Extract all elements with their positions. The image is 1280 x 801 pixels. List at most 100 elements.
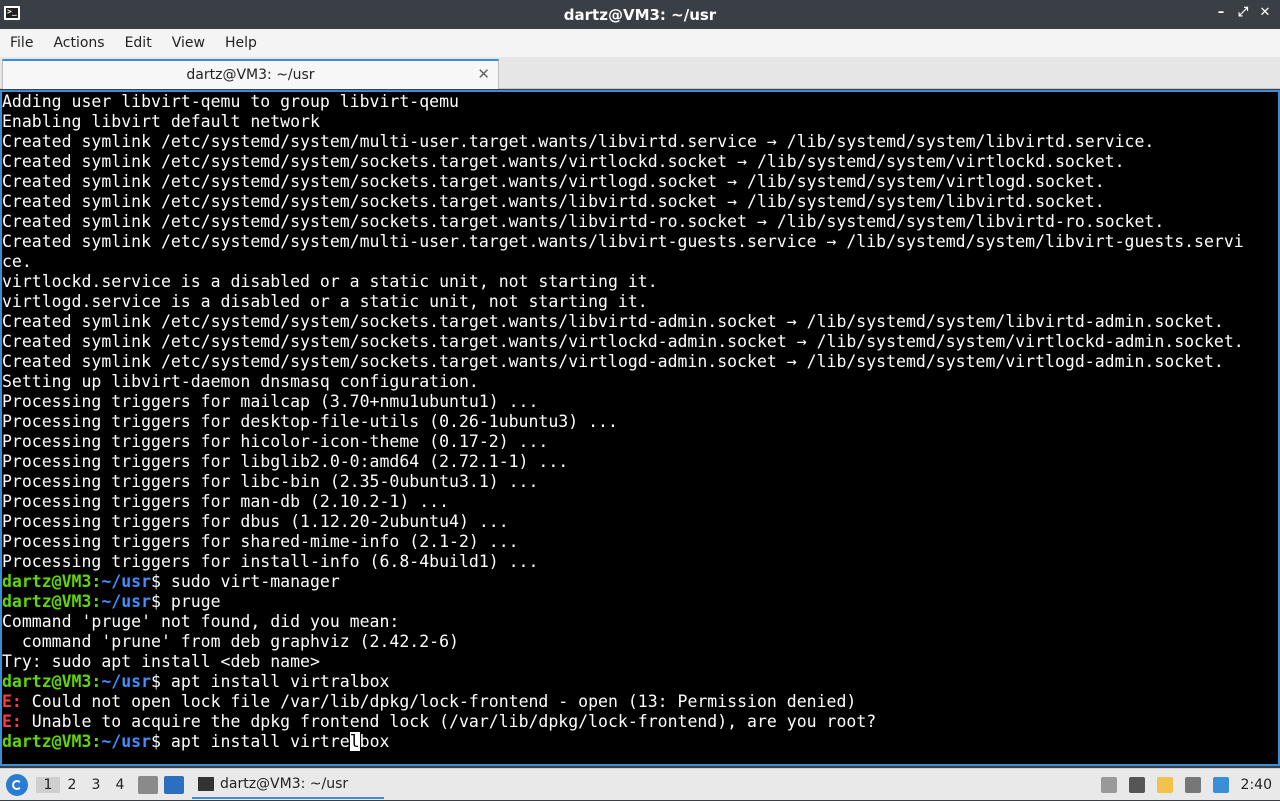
shell-prompt: dartz@VM3:~/usr$	[2, 732, 161, 751]
terminal-line: Processing triggers for hicolor-icon-the…	[2, 432, 1244, 452]
terminal-line: Created symlink /etc/systemd/system/sock…	[2, 312, 1244, 332]
workspace-1[interactable]: 1	[36, 776, 60, 793]
terminal-task-icon	[198, 776, 214, 791]
clock[interactable]: 2:40	[1241, 777, 1272, 793]
output-text: virtlogd.service is a disabled or a stat…	[2, 292, 648, 311]
terminal-line: Created symlink /etc/systemd/system/sock…	[2, 172, 1244, 192]
shell-prompt: dartz@VM3:~/usr$	[2, 672, 161, 691]
prompt-dollar: $	[151, 572, 161, 591]
output-text: Processing triggers for libc-bin (2.35-0…	[2, 472, 539, 491]
menu-view[interactable]: View	[162, 29, 215, 57]
menu-edit[interactable]: Edit	[115, 29, 162, 57]
clipboard-icon[interactable]	[1156, 777, 1173, 793]
volume-icon[interactable]	[1128, 777, 1145, 793]
workspace-3[interactable]: 3	[84, 777, 108, 793]
output-text: Created symlink /etc/systemd/system/sock…	[2, 152, 1125, 171]
tab-terminal[interactable]: dartz@VM3: ~/usr ✕	[2, 59, 499, 89]
output-text: Adding user libvirt-qemu to group libvir…	[2, 92, 459, 111]
network-icon[interactable]	[1184, 777, 1201, 793]
system-tray: 2:40	[1100, 769, 1272, 801]
terminal-line: Processing triggers for install-info (6.…	[2, 552, 1244, 572]
output-text: Try: sudo apt install <deb name>	[2, 652, 320, 671]
output-text: Created symlink /etc/systemd/system/sock…	[2, 212, 1165, 231]
shell-prompt: dartz@VM3:~/usr$	[2, 592, 161, 611]
notification-icon[interactable]	[1212, 777, 1229, 793]
terminal-output[interactable]: Adding user libvirt-qemu to group libvir…	[0, 90, 1280, 766]
command-text: apt install virtre	[160, 732, 350, 751]
taskbar-terminal-task[interactable]: dartz@VM3: ~/usr	[192, 771, 384, 799]
prompt-user: dartz@VM3	[2, 572, 92, 591]
output-text: Processing triggers for mailcap (3.70+nm…	[2, 392, 539, 411]
terminal-line: Processing triggers for man-db (2.10.2-1…	[2, 492, 1244, 512]
terminal-line: Processing triggers for libc-bin (2.35-0…	[2, 472, 1244, 492]
terminal-line: Setting up libvirt-daemon dnsmasq config…	[2, 372, 1244, 392]
output-text: command 'prune' from deb graphviz (2.42.…	[2, 632, 459, 651]
tab-bar: dartz@VM3: ~/usr ✕	[0, 57, 1280, 89]
terminal-line: virtlogd.service is a disabled or a stat…	[2, 292, 1244, 312]
terminal-line: dartz@VM3:~/usr$ apt install virtralbox	[2, 672, 1244, 692]
terminal-line: virtlockd.service is a disabled or a sta…	[2, 272, 1244, 292]
output-text: Processing triggers for desktop-file-uti…	[2, 412, 618, 431]
tab-close-icon[interactable]: ✕	[477, 65, 490, 83]
command-text: pruge	[160, 592, 221, 611]
menu-bar: File Actions Edit View Help	[0, 29, 1280, 57]
terminal-line: ce.	[2, 252, 1244, 272]
prompt-path: ~/usr	[101, 732, 152, 751]
menu-actions[interactable]: Actions	[43, 29, 114, 57]
text-cursor: l	[349, 732, 360, 751]
prompt-dollar: $	[151, 592, 161, 611]
output-text: Processing triggers for hicolor-icon-the…	[2, 432, 549, 451]
terminal-line: Created symlink /etc/systemd/system/sock…	[2, 352, 1244, 372]
output-text: Created symlink /etc/systemd/system/sock…	[2, 312, 1224, 331]
terminal-line: Created symlink /etc/systemd/system/mult…	[2, 132, 1244, 152]
prompt-user: dartz@VM3	[2, 672, 92, 691]
output-text: Created symlink /etc/systemd/system/mult…	[2, 132, 1155, 151]
taskbar-task-label: dartz@VM3: ~/usr	[220, 775, 349, 792]
prompt-path: ~/usr	[101, 592, 152, 611]
terminal-line: dartz@VM3:~/usr$ pruge	[2, 592, 1244, 612]
output-text: virtlockd.service is a disabled or a sta…	[2, 272, 658, 291]
prompt-colon: :	[91, 672, 102, 691]
terminal-line: Created symlink /etc/systemd/system/mult…	[2, 232, 1244, 252]
show-desktop-icon[interactable]	[164, 775, 184, 794]
minimize-button[interactable]: –	[1214, 5, 1228, 20]
terminal-line: Processing triggers for libglib2.0-0:amd…	[2, 452, 1244, 472]
error-prefix: E:	[2, 712, 22, 731]
command-text-after-cursor: box	[359, 732, 390, 751]
prompt-dollar: $	[151, 672, 161, 691]
command-text: apt install virtralbox	[160, 672, 390, 691]
maximize-button[interactable]: ⤢	[1236, 5, 1250, 20]
error-text: Unable to acquire the dpkg frontend lock…	[21, 712, 877, 731]
terminal-line: Try: sudo apt install <deb name>	[2, 652, 1244, 672]
shell-prompt: dartz@VM3:~/usr$	[2, 572, 161, 591]
terminal-line: Adding user libvirt-qemu to group libvir…	[2, 92, 1244, 112]
start-menu-icon[interactable]	[6, 773, 28, 796]
terminal-line: Processing triggers for mailcap (3.70+nm…	[2, 392, 1244, 412]
workspace-4[interactable]: 4	[108, 777, 132, 793]
close-window-button[interactable]: ✕	[1258, 5, 1272, 20]
workspace-2[interactable]: 2	[60, 777, 84, 793]
tab-label: dartz@VM3: ~/usr	[186, 67, 315, 83]
prompt-user: dartz@VM3	[2, 592, 92, 611]
terminal-line: Created symlink /etc/systemd/system/sock…	[2, 332, 1244, 352]
removable-media-icon[interactable]	[1100, 777, 1117, 793]
output-text: Processing triggers for dbus (1.12.20-2u…	[2, 512, 509, 531]
menu-help[interactable]: Help	[215, 29, 267, 57]
output-text: Created symlink /etc/systemd/system/mult…	[2, 232, 1244, 251]
output-text: Created symlink /etc/systemd/system/sock…	[2, 332, 1244, 351]
menu-file[interactable]: File	[0, 29, 43, 57]
terminal-line: Created symlink /etc/systemd/system/sock…	[2, 152, 1244, 172]
file-manager-icon[interactable]	[138, 775, 158, 794]
terminal-line: Processing triggers for shared-mime-info…	[2, 532, 1244, 552]
terminal-app-icon: >_	[4, 6, 20, 20]
window-title: dartz@VM3: ~/usr	[563, 5, 717, 24]
prompt-colon: :	[91, 732, 102, 751]
output-text: Processing triggers for shared-mime-info…	[2, 532, 519, 551]
terminal-line: Enabling libvirt default network	[2, 112, 1244, 132]
terminal-line: command 'prune' from deb graphviz (2.42.…	[2, 632, 1244, 652]
command-text: sudo virt-manager	[160, 572, 340, 591]
output-text: Created symlink /etc/systemd/system/sock…	[2, 192, 1105, 211]
output-text: Created symlink /etc/systemd/system/sock…	[2, 352, 1224, 371]
window-titlebar[interactable]: >_ dartz@VM3: ~/usr – ⤢ ✕	[0, 0, 1280, 29]
output-text: Processing triggers for libglib2.0-0:amd…	[2, 452, 569, 471]
